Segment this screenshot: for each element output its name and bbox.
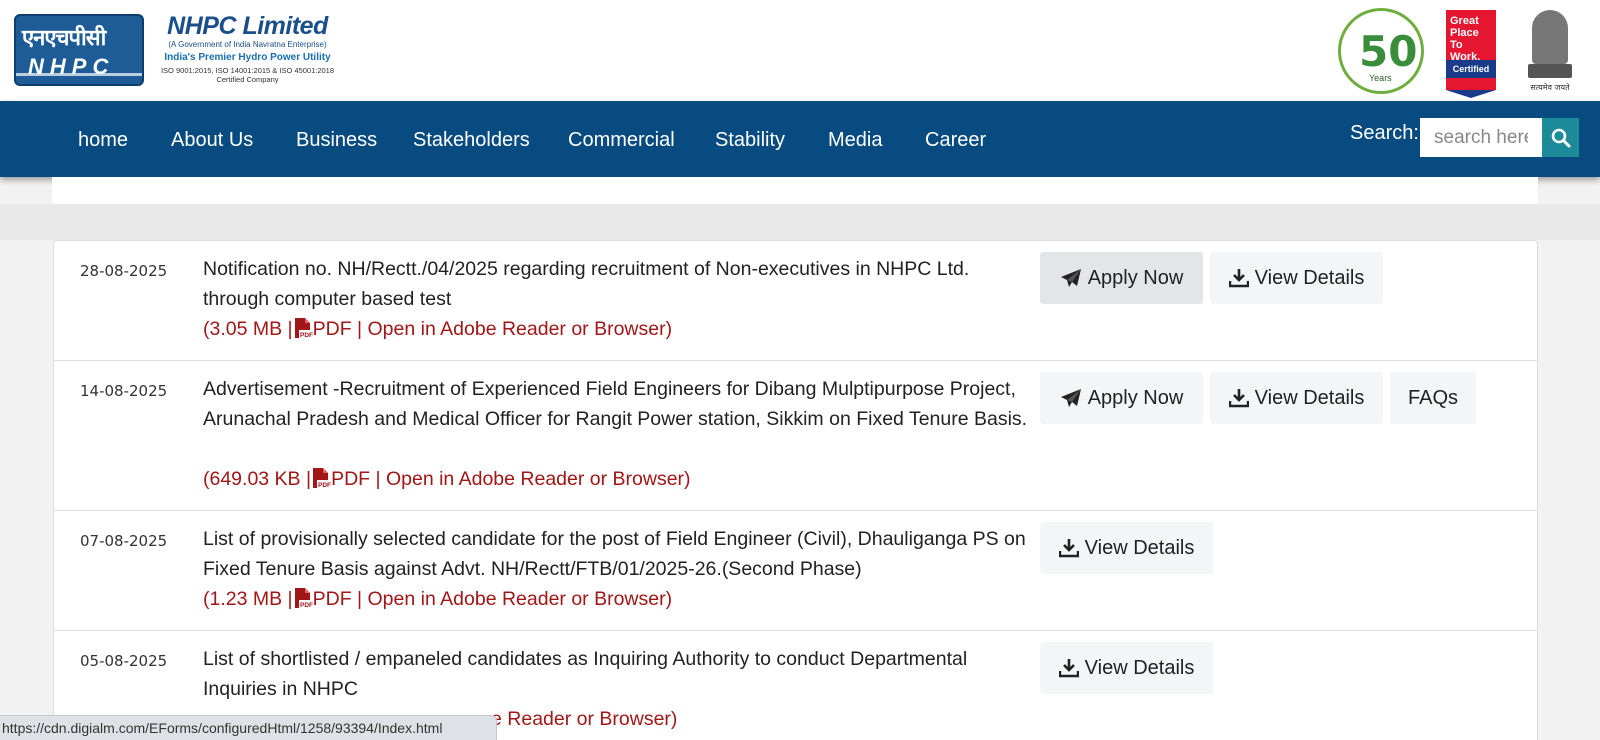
download-icon <box>1058 659 1079 678</box>
download-icon <box>1058 539 1079 558</box>
search-icon <box>1551 128 1570 147</box>
file-size: (3.05 MB | <box>203 318 293 340</box>
nav-item-about-us[interactable]: About Us <box>171 127 253 153</box>
site-header: एनएचपीसी NHPC NHPC Limited (A Government… <box>0 0 1600 101</box>
file-open-hint: PDF | Open in Adobe Reader or Browser) <box>312 588 673 610</box>
nav-item-home[interactable]: home <box>78 127 128 153</box>
nav-item-stakeholders[interactable]: Stakeholders <box>413 127 530 153</box>
pdf-icon: PDF <box>313 468 331 489</box>
pdf-icon: PDF <box>294 318 313 339</box>
company-certifications: ISO 9001:2015, ISO 14001:2015 & ISO 4500… <box>160 66 335 84</box>
gptw-text: Great Place To Work. <box>1450 15 1481 63</box>
notice-row: 07-08-2025 List of provisionally selecte… <box>54 511 1537 631</box>
apply-now-label: Apply Now <box>1087 267 1184 289</box>
file-size: (1.23 MB | <box>203 588 293 610</box>
emblem-lion <box>1532 10 1568 64</box>
view-details-button[interactable]: View Details <box>1040 642 1213 694</box>
national-emblem-icon: सत्यमेव जयते <box>1522 8 1578 94</box>
file-size: (649.03 KB | <box>203 468 312 490</box>
apply-now-button[interactable]: Apply Now <box>1040 372 1203 424</box>
notice-title[interactable]: List of shortlisted / empaneled candidat… <box>203 644 1038 704</box>
nav-item-stability[interactable]: Stability <box>715 127 785 153</box>
nav-item-commercial[interactable]: Commercial <box>568 127 675 153</box>
emblem-base <box>1528 64 1572 78</box>
great-place-to-work-badge: Great Place To Work. Certified <box>1446 10 1496 98</box>
faqs-label: FAQs <box>1407 387 1458 409</box>
search-input[interactable] <box>1420 118 1542 157</box>
view-details-button[interactable]: View Details <box>1210 252 1383 304</box>
section-spacer <box>0 204 1600 240</box>
pdf-icon: PDF <box>294 588 313 609</box>
notice-title[interactable]: Advertisement -Recruitment of Experience… <box>203 374 1038 434</box>
company-name: NHPC Limited <box>167 12 328 40</box>
view-details-label: View Details <box>1254 267 1365 289</box>
svg-text:PDF: PDF <box>300 332 313 339</box>
top-panel <box>52 177 1538 204</box>
logo-english-text: NHPC <box>28 54 115 79</box>
notice-file-meta[interactable]: e Reader or Browser) <box>491 704 677 734</box>
company-block: NHPC Limited (A Government of India Navr… <box>160 12 335 84</box>
paper-plane-icon <box>1060 389 1081 407</box>
apply-now-label: Apply Now <box>1087 387 1184 409</box>
logo-hindi-text: एनएचपीसी <box>22 26 106 51</box>
emblem-motto: सत्यमेव जयते <box>1530 83 1570 92</box>
company-tagline-1: (A Government of India Navratna Enterpri… <box>168 40 327 49</box>
search-button[interactable] <box>1542 118 1579 157</box>
notice-date: 07-08-2025 <box>80 532 168 550</box>
svg-text:PDF: PDF <box>300 602 313 609</box>
nav-item-business[interactable]: Business <box>296 127 377 153</box>
notice-title[interactable]: List of provisionally selected candidate… <box>203 524 1038 584</box>
file-open-hint: PDF | Open in Adobe Reader or Browser) <box>312 318 673 340</box>
notice-date: 14-08-2025 <box>80 382 168 400</box>
paper-plane-icon <box>1060 269 1081 287</box>
notice-file-meta[interactable]: (3.05 MB | PDF PDF | Open in Adobe Reader … <box>203 314 672 344</box>
nav-item-career[interactable]: Career <box>925 127 986 153</box>
main-nav: home About Us Business Stakeholders Comm… <box>0 101 1600 177</box>
view-details-button[interactable]: View Details <box>1040 522 1213 574</box>
view-details-label: View Details <box>1084 537 1195 559</box>
gptw-certified: Certified <box>1446 60 1496 78</box>
notice-row: 28-08-2025 Notification no. NH/Rectt./04… <box>54 241 1537 361</box>
notice-row: 14-08-2025 Advertisement -Recruitment of… <box>54 361 1537 511</box>
notice-file-meta[interactable]: (1.23 MB | PDF PDF | Open in Adobe Reader … <box>203 584 672 614</box>
apply-now-button[interactable]: Apply Now <box>1040 252 1203 304</box>
badge-50-number: 50 <box>1359 27 1418 76</box>
view-details-label: View Details <box>1254 387 1365 409</box>
view-details-label: View Details <box>1084 657 1195 679</box>
fifty-years-badge: 50 Years <box>1338 8 1424 94</box>
badge-50-years: Years <box>1369 73 1392 83</box>
svg-text:PDF: PDF <box>318 482 331 489</box>
notice-date: 28-08-2025 <box>80 262 168 280</box>
notice-date: 05-08-2025 <box>80 652 168 670</box>
nav-item-media[interactable]: Media <box>828 127 882 153</box>
company-tagline-2: India's Premier Hydro Power Utility <box>164 52 331 63</box>
download-icon <box>1228 389 1249 408</box>
download-icon <box>1228 269 1249 288</box>
search-label: Search: <box>1350 122 1419 144</box>
notice-title[interactable]: Notification no. NH/Rectt./04/2025 regar… <box>203 254 1038 314</box>
file-open-hint: PDF | Open in Adobe Reader or Browser) <box>331 468 691 490</box>
nhpc-logo[interactable]: एनएचपीसी NHPC <box>14 14 144 86</box>
notice-list: 28-08-2025 Notification no. NH/Rectt./04… <box>53 240 1538 740</box>
view-details-button[interactable]: View Details <box>1210 372 1383 424</box>
link-status-bar: https://cdn.digialm.com/EForms/configure… <box>0 715 497 740</box>
faqs-button[interactable]: FAQs <box>1390 372 1476 424</box>
logo-wave <box>16 73 142 76</box>
notice-file-meta[interactable]: (649.03 KB | PDF PDF | Open in Adobe Reade… <box>203 464 691 494</box>
